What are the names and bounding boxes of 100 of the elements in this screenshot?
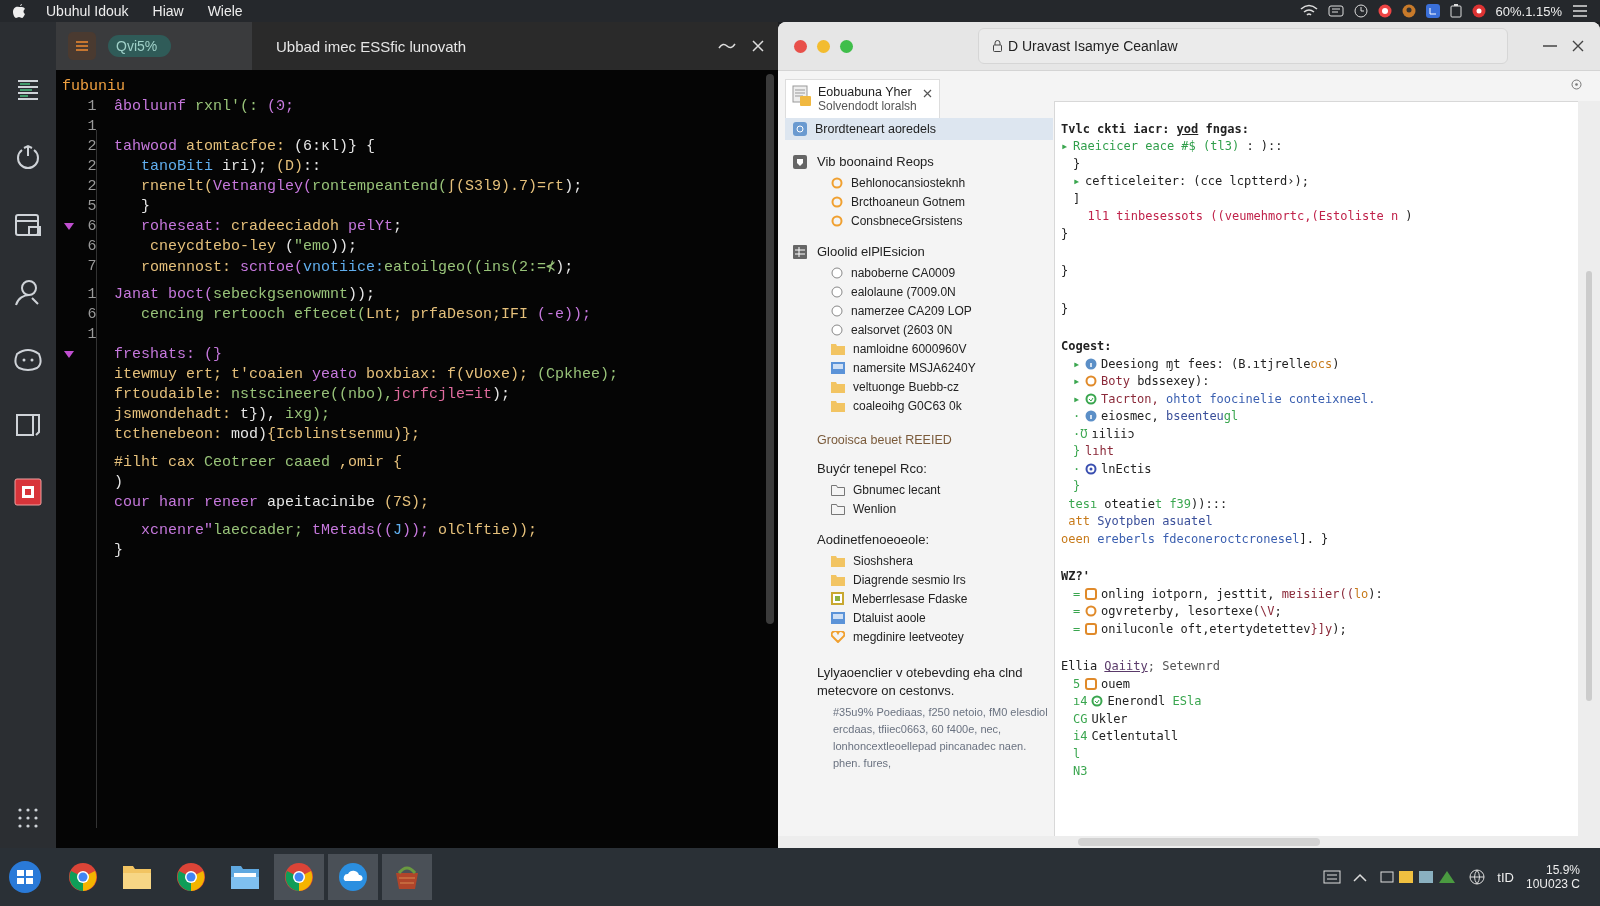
list-item[interactable]: naboberne CA0009 — [785, 263, 1054, 282]
gutter-marker: ▸ — [1073, 356, 1081, 371]
menu-icon[interactable] — [1327, 5, 1344, 17]
menu-item[interactable]: Wiele — [207, 3, 243, 19]
folder-icon — [831, 483, 845, 496]
book-icon[interactable] — [15, 412, 41, 438]
code-line: tahwood atomtacfoe: (6:ĸl)} { — [114, 137, 376, 155]
gutter-marker: ▸ — [1073, 391, 1081, 406]
start-button[interactable] — [8, 860, 42, 894]
gutter-marker: · — [1073, 409, 1081, 424]
circle-icon — [1085, 375, 1097, 388]
language-indicator[interactable]: tID — [1497, 869, 1514, 885]
list-item[interactable]: ealolaune (7009.0N — [785, 282, 1054, 301]
radio-button[interactable] — [831, 285, 843, 298]
scrollbar[interactable] — [1078, 838, 1320, 846]
menu-item[interactable]: Hiaw — [152, 3, 184, 19]
list-item[interactable]: namerzee CA209 LOP — [785, 301, 1054, 320]
text-line: Tacrton, ohtot foocinelie conteixneel. — [1101, 391, 1376, 406]
text-line: ouem — [1101, 676, 1130, 691]
text-line: Cetlentutall — [1091, 729, 1179, 744]
list-item[interactable]: namersite MSJA6240Y — [785, 358, 1054, 377]
code-line: tcthenebeon: mod){Icblinstsenmu)}; — [114, 425, 421, 443]
app-icon[interactable] — [14, 478, 42, 506]
list-item[interactable]: Wenlion — [785, 499, 1054, 518]
radio-button[interactable] — [831, 266, 843, 279]
editor-tab[interactable]: Qvi5% — [56, 22, 252, 70]
list-item[interactable]: Meberrlesase Fdaske — [785, 589, 1054, 608]
folder-icon — [122, 864, 152, 890]
note-text: #35u9% Poediaas, f250 netoio, fM0 elesdiol ercdaas, tfiiec0663, 60 f400e, nec, lonhoncextleoellepad pincanadec naen. phen. fures, — [833, 705, 1049, 771]
radio-button[interactable] — [831, 304, 843, 317]
browser-icon[interactable] — [1471, 4, 1486, 18]
text-line: lnEctis — [1101, 461, 1152, 476]
wifi-icon[interactable] — [1299, 4, 1318, 18]
chevron-up-icon[interactable] — [1353, 872, 1368, 882]
folder-icon — [831, 554, 845, 567]
browser-icon[interactable] — [1377, 4, 1392, 18]
close-button[interactable] — [794, 39, 807, 53]
menu-icon[interactable] — [1572, 5, 1588, 17]
list-item[interactable]: ConsbneceGrsistens — [785, 211, 1054, 230]
clock-icon[interactable] — [1353, 4, 1368, 18]
line-number: 2 — [87, 137, 97, 155]
gutter-marker: ı4 — [1073, 694, 1088, 709]
code-line: } — [140, 197, 150, 215]
gutter-marker: ·Ʊ — [1073, 426, 1088, 441]
link[interactable]: Grooisca beuet REEIED — [817, 433, 1054, 447]
code-line: romennost: scntoe(vnotiice:eatoilgeo((ins(2:=⊀); — [140, 257, 574, 276]
logo-icon[interactable] — [12, 3, 26, 19]
text-line: Ukler — [1091, 711, 1128, 726]
window-icon[interactable] — [14, 212, 42, 238]
code-line: âboluunf rxnl'(: (Ͽ; — [114, 97, 295, 115]
info-icon — [1085, 357, 1097, 370]
keyboard-icon[interactable] — [1323, 870, 1342, 884]
list-item[interactable]: Gbnumec lecant — [785, 480, 1054, 499]
list-item[interactable]: Behlonocansiosteknh — [785, 173, 1054, 192]
list-item[interactable]: namloidne 6000960V — [785, 339, 1054, 358]
list-item[interactable]: Diagrende sesmio lrs — [785, 570, 1054, 589]
clock-date[interactable]: 10U023 C — [1525, 877, 1580, 891]
tab-subtitle: Solvendodt loralsh — [818, 99, 917, 113]
scrollbar[interactable] — [1578, 101, 1600, 836]
taskbar-app[interactable] — [328, 854, 378, 900]
clock-time[interactable]: 15.9% — [1545, 863, 1580, 877]
list-item[interactable]: Dtaluist aoole — [785, 608, 1054, 627]
globe-icon[interactable] — [1469, 869, 1486, 885]
list-item[interactable]: megdinire leetveotey — [785, 627, 1054, 646]
code-line: tanoBiti iri); (D):: — [140, 157, 322, 175]
fold-arrow-icon[interactable] — [64, 222, 74, 230]
document-icon — [792, 85, 812, 107]
circle-icon — [831, 176, 843, 189]
radio-button[interactable] — [831, 323, 843, 336]
line-number: 5 — [87, 197, 97, 215]
text-line: Cogest: — [1061, 339, 1112, 354]
menu-button[interactable] — [68, 32, 96, 60]
info-icon — [1085, 410, 1097, 423]
status-text: 60%.1.15% — [1495, 3, 1562, 19]
code-line: cour hanr reneer apeitacinibe (7S); — [114, 493, 430, 511]
options-icon[interactable] — [1571, 79, 1582, 90]
close-icon[interactable] — [1572, 40, 1584, 52]
battery-icon[interactable] — [1449, 4, 1462, 18]
line-number: 1 — [87, 325, 97, 343]
sidebar-tab[interactable]: Eobuabuna Yher Solvendodt loralsh — [785, 79, 940, 118]
tray-icons-drawing[interactable] — [1379, 869, 1458, 885]
list-item[interactable]: ealsorvet (2603 0N — [785, 320, 1054, 339]
gutter-marker: 5 — [1073, 676, 1081, 691]
close-icon[interactable] — [922, 89, 932, 98]
user-icon[interactable] — [1401, 4, 1416, 18]
apps-grid-icon[interactable] — [18, 808, 38, 828]
list-item[interactable]: Brcthoaneun Gotnem — [785, 192, 1054, 211]
square-icon — [1085, 622, 1097, 635]
line-number: 1 — [87, 285, 97, 303]
fold-arrow-icon[interactable] — [64, 350, 74, 358]
app-icon[interactable] — [1425, 4, 1440, 18]
grid-icon — [793, 244, 807, 259]
list-item[interactable]: Sioshshera — [785, 551, 1054, 570]
minimize-icon[interactable] — [718, 41, 736, 51]
app-menu[interactable]: Ubuhul Idouk — [46, 3, 129, 19]
sidebar-item[interactable]: Brordteneart aoredels — [785, 118, 1053, 140]
scrollbar[interactable] — [766, 74, 774, 624]
list-item[interactable]: coaleoihg G0C63 0k — [785, 396, 1054, 415]
text-line: cefticeleiter: (cce lcptterd›); — [1085, 174, 1309, 189]
list-item[interactable]: veltuonge Buebb-cz — [785, 377, 1054, 396]
